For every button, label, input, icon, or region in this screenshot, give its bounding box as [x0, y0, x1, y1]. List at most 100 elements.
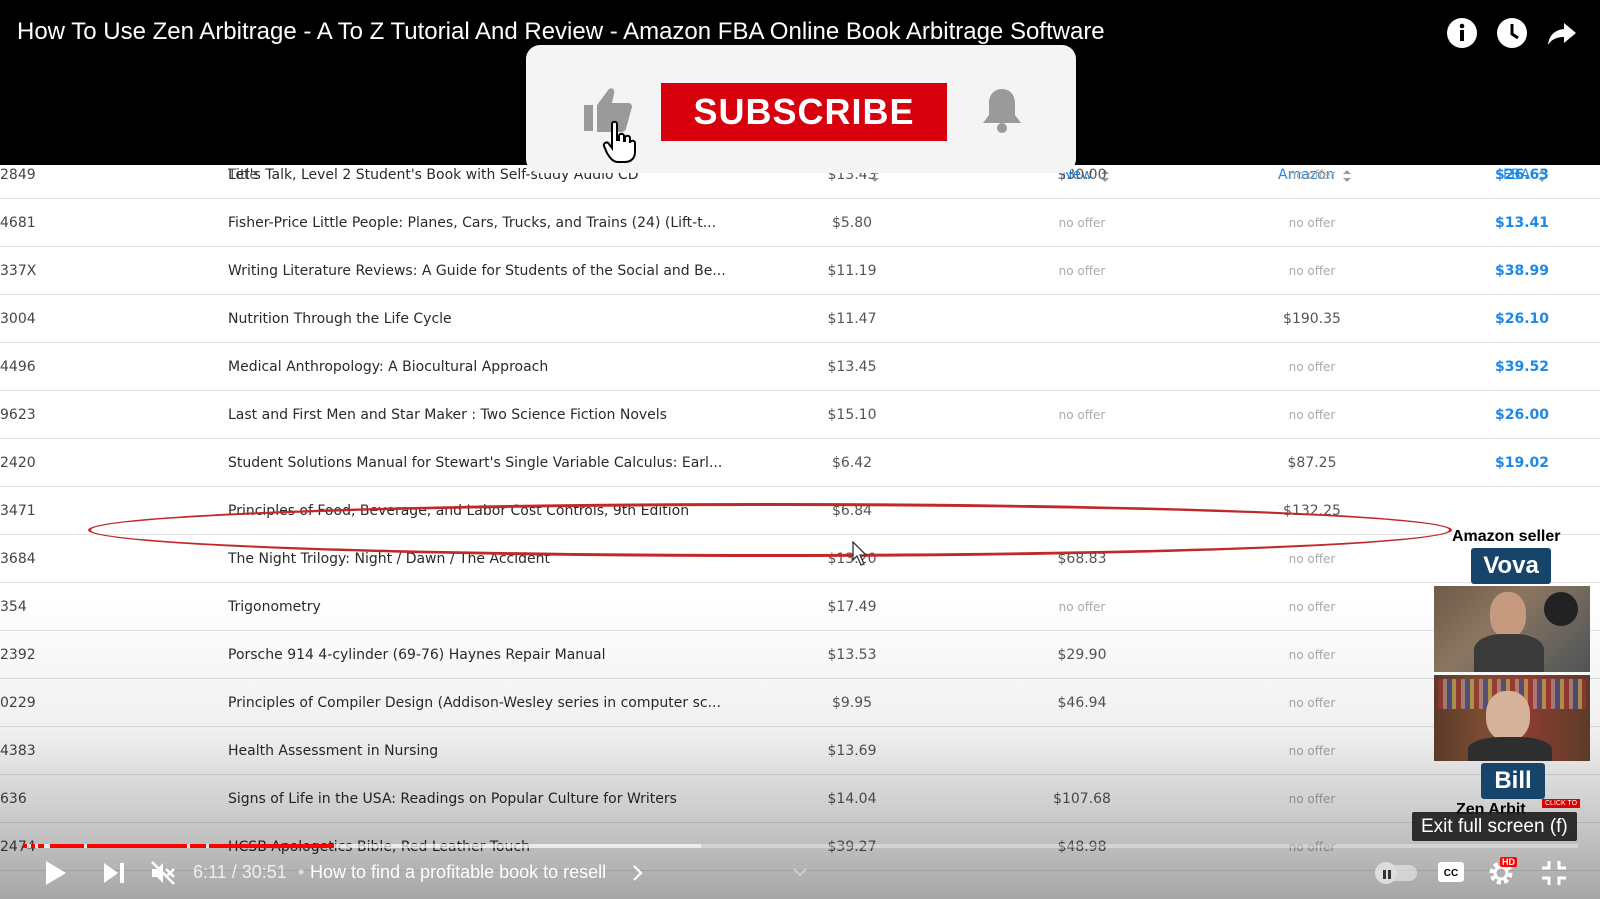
table-row[interactable]: 0229 Principles of Compiler Design (Addis… — [0, 679, 1600, 727]
row-used-price: $6.42 — [831, 455, 873, 471]
presenter-label-vova: Vova — [1471, 548, 1551, 584]
highlight-ellipse — [88, 503, 1452, 557]
row-used-price: $17.49 — [827, 599, 877, 615]
row-amazon-price: $87.25 — [1287, 455, 1337, 471]
row-amazon-price: no offer — [1288, 648, 1336, 662]
captions-icon[interactable]: CC — [1437, 861, 1465, 883]
row-fba-price: $26.10 — [1494, 311, 1550, 327]
share-icon[interactable] — [1546, 17, 1578, 49]
player-controls: 6:11 / 30:51 • How to find a profitable … — [0, 848, 1600, 899]
table-row[interactable]: 3004 Nutrition Through the Life Cycle $11.… — [0, 295, 1600, 343]
row-title: Health Assessment in Nursing — [228, 743, 439, 759]
row-fba-price: $19.02 — [1494, 455, 1550, 471]
row-used-price: $13.53 — [827, 647, 877, 663]
row-amazon-price: no offer — [1288, 216, 1336, 230]
hd-badge: HD — [1500, 857, 1517, 867]
row-new-price: no offer — [1058, 264, 1106, 278]
row-id: 354 — [0, 599, 27, 615]
chevron-down-icon[interactable] — [792, 866, 808, 878]
video-title[interactable]: How To Use Zen Arbitrage - A To Z Tutori… — [17, 18, 1105, 46]
table-row[interactable]: 4383 Health Assessment in Nursing $13.69 no… — [0, 727, 1600, 775]
webcam-heading: Amazon seller — [1452, 528, 1561, 545]
row-fba-price: $39.52 — [1494, 359, 1550, 375]
table-row[interactable]: 636 Signs of Life in the USA: Readings on… — [0, 775, 1600, 823]
presenter-label-bill: Bill — [1481, 763, 1545, 799]
row-amazon-price: no offer — [1288, 408, 1336, 422]
table-row[interactable]: 354 Trigonometry $17.49 no offer no offer — [0, 583, 1600, 631]
row-id: 636 — [0, 791, 27, 807]
subscribe-overlay: SUBSCRIBE — [526, 45, 1076, 173]
mouse-cursor-icon — [852, 541, 868, 566]
row-fba-price: $13.41 — [1494, 215, 1550, 231]
row-new-price: no offer — [1058, 216, 1106, 230]
row-id: 3004 — [0, 311, 36, 327]
row-title: Porsche 914 4-cylinder (69-76) Haynes Re… — [228, 647, 606, 663]
row-amazon-price: no offer — [1288, 696, 1336, 710]
autoplay-toggle[interactable] — [1375, 862, 1417, 884]
row-id: 0229 — [0, 695, 36, 711]
play-icon[interactable] — [44, 860, 68, 886]
chapter-separator: • — [298, 862, 305, 882]
chevron-right-icon[interactable] — [632, 864, 644, 882]
next-icon[interactable] — [102, 861, 126, 885]
table-row[interactable]: 2392 Porsche 914 4-cylinder (69-76) Hayne… — [0, 631, 1600, 679]
video-player[interactable]: Title Used New Amazon FBA 2849Let's Talk… — [0, 0, 1600, 899]
row-title: Trigonometry — [228, 599, 321, 615]
row-used-price: $15.10 — [827, 407, 877, 423]
row-amazon-price: $190.35 — [1283, 311, 1341, 327]
row-id: 2420 — [0, 455, 36, 471]
row-fba-price: $26.00 — [1494, 407, 1550, 423]
row-new-price: $107.68 — [1053, 791, 1111, 807]
row-used-price: $11.19 — [827, 263, 877, 279]
webcam-bill — [1434, 675, 1590, 761]
row-title: Fisher-Price Little People: Planes, Cars… — [228, 215, 717, 231]
row-title: Last and First Men and Star Maker : Two … — [228, 407, 667, 423]
row-new-price — [1030, 727, 1134, 775]
row-amazon-price: no offer — [1288, 360, 1336, 374]
row-new-price: no offer — [1058, 408, 1106, 422]
time-display: 6:11 / 30:51 — [193, 862, 287, 882]
table-row[interactable]: 4496 Medical Anthropology: A Biocultural … — [0, 343, 1600, 391]
exit-fullscreen-icon[interactable] — [1540, 859, 1568, 887]
row-amazon-price: no offer — [1288, 168, 1336, 182]
watch-later-icon[interactable] — [1496, 17, 1528, 49]
svg-text:CC: CC — [1444, 868, 1458, 879]
table-row[interactable]: 4681 Fisher-Price Little People: Planes, … — [0, 199, 1600, 247]
pointer-hand-icon — [602, 120, 636, 163]
row-used-price: $13.69 — [827, 743, 877, 759]
row-used-price: $5.80 — [831, 215, 873, 231]
row-title: Medical Anthropology: A Biocultural Appr… — [228, 359, 549, 375]
row-used-price: $14.04 — [827, 791, 877, 807]
row-id: 4383 — [0, 743, 36, 759]
row-title: Principles of Compiler Design (Addison-W… — [228, 695, 721, 711]
row-id: 4496 — [0, 359, 36, 375]
row-new-price — [1030, 439, 1134, 487]
row-title: Nutrition Through the Life Cycle — [228, 311, 452, 327]
row-used-price: $9.95 — [831, 695, 873, 711]
row-fba-price: $38.99 — [1494, 263, 1550, 279]
row-new-price: $29.90 — [1057, 647, 1107, 663]
row-id: 9623 — [0, 407, 36, 423]
row-id: 2849 — [0, 167, 36, 183]
row-id: 4681 — [0, 215, 36, 231]
table-row[interactable]: 2420 Student Solutions Manual for Stewart… — [0, 439, 1600, 487]
info-icon[interactable] — [1446, 17, 1478, 49]
row-title: Student Solutions Manual for Stewart's S… — [228, 455, 723, 471]
row-new-price — [1030, 343, 1134, 391]
row-new-price: no offer — [1058, 600, 1106, 614]
chapter-title[interactable]: How to find a profitable book to resell — [310, 862, 606, 883]
mute-icon[interactable] — [150, 860, 176, 886]
row-new-price — [1030, 295, 1134, 343]
row-fba-price: $26.63 — [1494, 167, 1550, 183]
webcam-vova — [1434, 586, 1590, 672]
click-badge: CLICK TO — [1542, 799, 1581, 808]
row-title: Writing Literature Reviews: A Guide for … — [228, 263, 726, 279]
bell-icon — [983, 89, 1021, 133]
row-amazon-price: no offer — [1288, 600, 1336, 614]
row-used-price: $13.45 — [827, 359, 877, 375]
table-row[interactable]: 9623 Last and First Men and Star Maker : … — [0, 391, 1600, 439]
table-row[interactable]: 337X Writing Literature Reviews: A Guide … — [0, 247, 1600, 295]
row-title: Signs of Life in the USA: Readings on Po… — [228, 791, 677, 807]
row-amazon-price: no offer — [1288, 792, 1336, 806]
subscribe-button[interactable]: SUBSCRIBE — [661, 83, 947, 141]
